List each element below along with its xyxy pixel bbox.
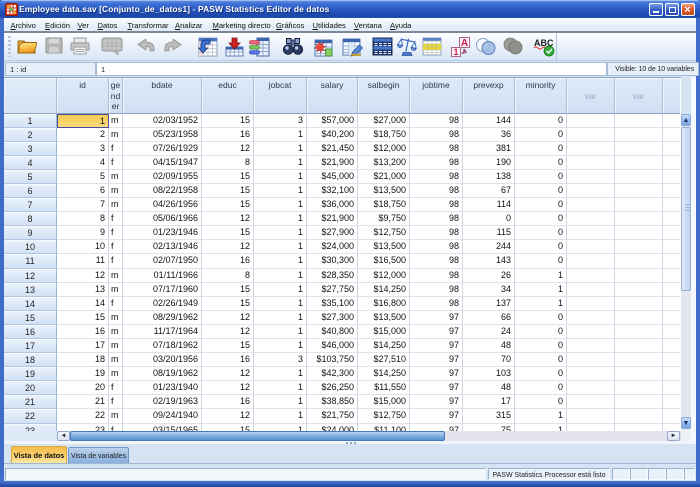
svg-text:A: A xyxy=(461,38,468,49)
svg-text:1: 1 xyxy=(453,47,458,57)
